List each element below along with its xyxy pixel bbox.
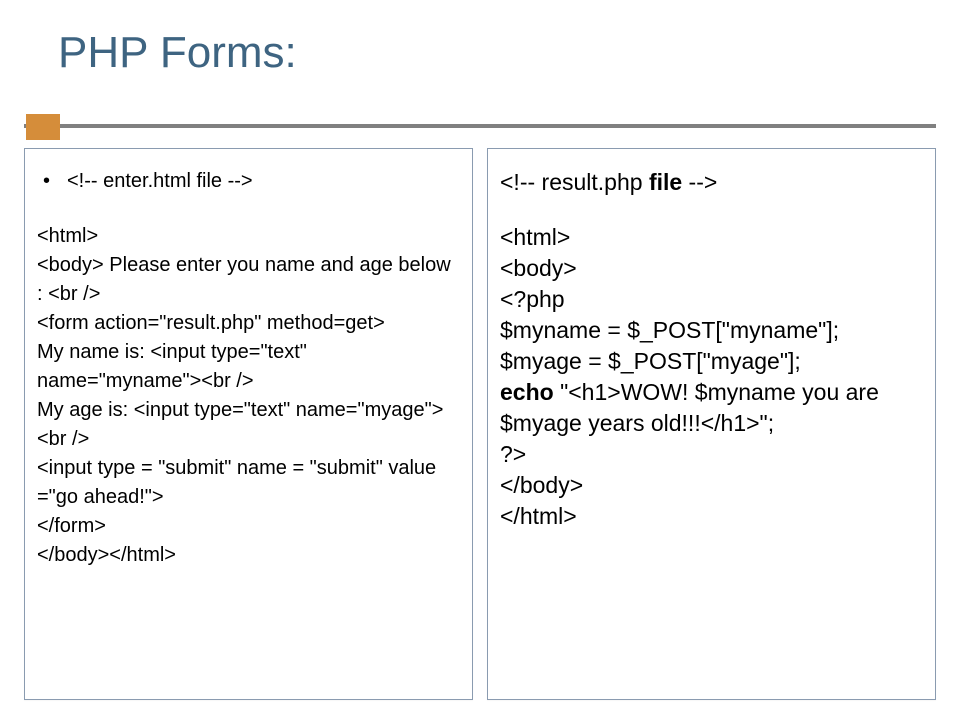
code-line: $myage = $_POST["myage"]; [500,346,923,377]
title-area: PHP Forms: [0,0,960,118]
code-line: <html> [500,222,923,253]
accent-box [26,114,60,140]
divider-line [24,124,936,128]
code-line: </body> [500,470,923,501]
code-line: ?> [500,439,923,470]
code-line: My name is: <input type="text" name="myn… [37,338,460,396]
code-line: <!-- result.php file --> [500,167,923,198]
slide-title: PHP Forms: [58,28,960,78]
left-code-panel: • <!-- enter.html file --> <html> <body>… [24,148,473,700]
code-line: </html> [500,501,923,532]
code-line: My age is: <input type="text" name="myag… [37,396,460,454]
code-line: <html> [37,222,460,251]
code-line: $myname = $_POST["myname"]; [500,315,923,346]
code-text: file [649,169,682,195]
code-line: • <!-- enter.html file --> [37,167,460,196]
code-text: <!-- result.php [500,169,649,195]
content-area: • <!-- enter.html file --> <html> <body>… [24,148,936,700]
code-line: <?php [500,284,923,315]
code-text: --> [682,169,717,195]
code-line: <input type = "submit" name = "submit" v… [37,454,460,512]
code-line: </form> [37,512,460,541]
code-line: <body> [500,253,923,284]
right-code-panel: <!-- result.php file --> <html> <body> <… [487,148,936,700]
slide: PHP Forms: • <!-- enter.html file --> <h… [0,0,960,720]
bullet-icon: • [37,167,67,196]
code-text: echo [500,379,560,405]
code-line: echo "<h1>WOW! $myname you are $myage ye… [500,377,923,439]
code-text: <!-- enter.html file --> [67,167,253,196]
code-line: <form action="result.php" method=get> [37,309,460,338]
code-line: <body> Please enter you name and age bel… [37,251,460,309]
code-line: </body></html> [37,541,460,570]
